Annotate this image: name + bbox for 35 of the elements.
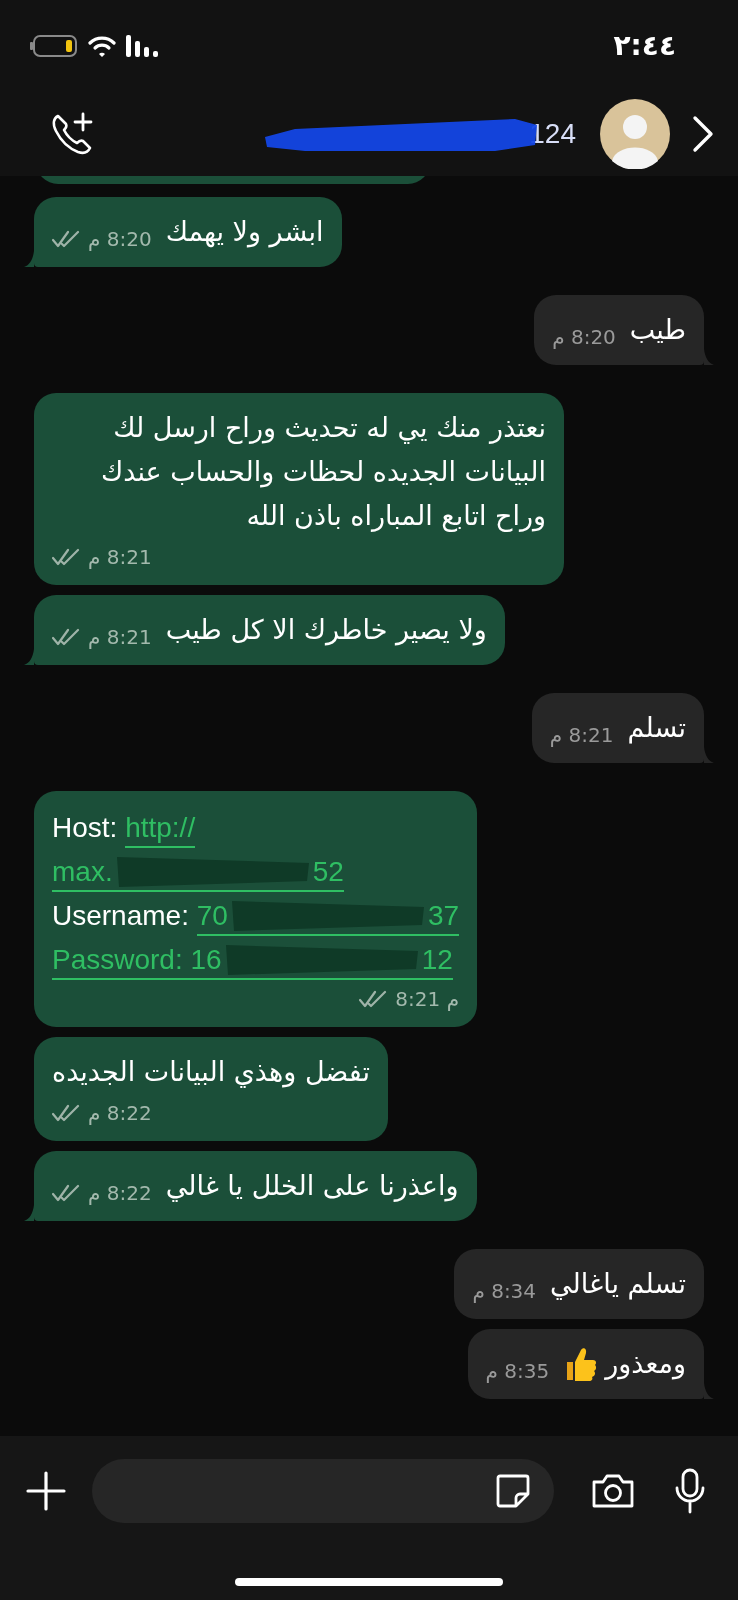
- message-time: 8:20 م: [552, 324, 616, 351]
- plus-icon[interactable]: [26, 1471, 66, 1511]
- message-time: 8:21 م: [395, 986, 460, 1013]
- message-text: واعذرنا على الخلل يا غالي: [165, 1169, 459, 1204]
- credential-link[interactable]: 70 37: [196, 895, 460, 936]
- battery-icon: [30, 34, 78, 58]
- message-time: 8:35 م: [485, 1358, 550, 1385]
- message-text: ولا يصير خاطرك الا كل طيب: [165, 613, 487, 648]
- message-time: 8:34 م: [472, 1278, 537, 1305]
- message-time: 8:22 م: [88, 1100, 152, 1127]
- microphone-icon[interactable]: [674, 1468, 706, 1514]
- message-text: تسلم ياغالي: [550, 1267, 686, 1302]
- credential-label: Host:: [52, 811, 119, 845]
- credential-link[interactable]: http://: [125, 810, 196, 848]
- credential-link[interactable]: Password: 16 12: [52, 939, 453, 980]
- credential-label: Username:: [52, 899, 190, 933]
- status-time: ٢:٤٤: [613, 28, 676, 64]
- message-time: 8:21 م: [88, 544, 152, 571]
- message-text: ابشر ولا يهمك: [165, 215, 324, 250]
- message-text: طيب: [629, 313, 686, 347]
- credential-link[interactable]: max. 52: [52, 851, 344, 892]
- signal-icon: [126, 35, 160, 57]
- message-time: 8:21 م: [88, 624, 152, 651]
- message-time: 8:21 م: [549, 722, 614, 749]
- message-text: نعتذر منك يي له تحديث وراح ارسل لك البيانات الجديده لحظات والحساب عندك وراح اتابع المباراه باذن الله: [100, 411, 546, 534]
- avatar[interactable]: [600, 99, 670, 169]
- chevron-right-icon[interactable]: [692, 115, 714, 153]
- message-time: 8:22 م: [88, 1180, 152, 1207]
- message-text: ومعذور: [605, 1347, 686, 1382]
- sticker-icon[interactable]: [494, 1472, 532, 1510]
- message-text: تسلم: [627, 711, 686, 746]
- message-time: 8:20 م: [88, 226, 152, 253]
- message-text: تفضل وهذي البيانات الجديده: [52, 1055, 370, 1090]
- wifi-icon: [88, 35, 116, 57]
- camera-icon[interactable]: [590, 1472, 636, 1510]
